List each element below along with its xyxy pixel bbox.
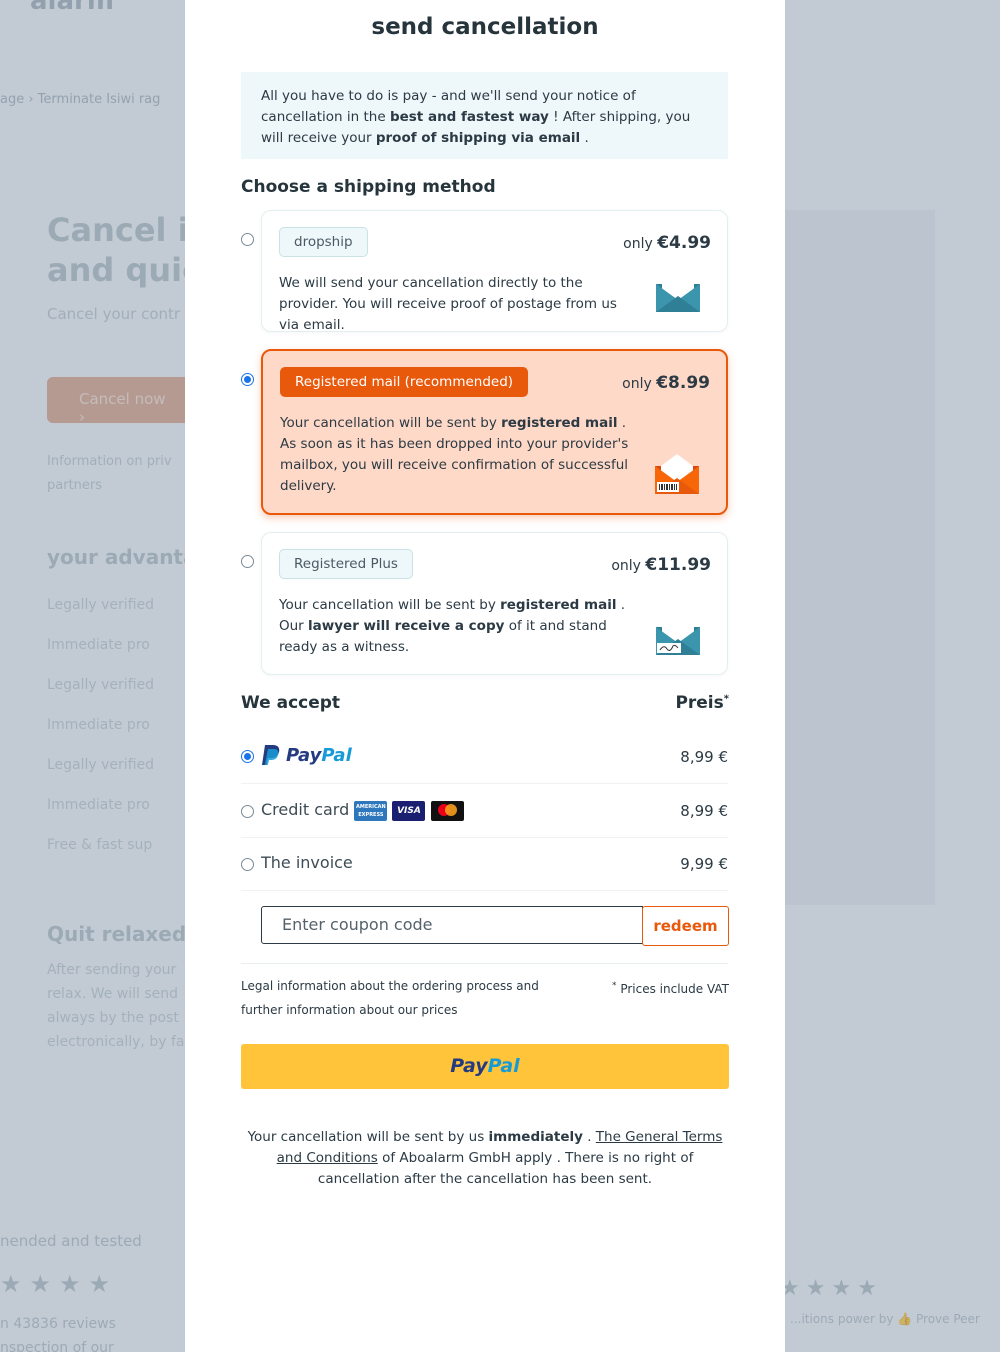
paypal-p-icon xyxy=(262,745,280,765)
coupon-input[interactable]: Enter coupon code xyxy=(261,906,643,944)
price-heading-star: * xyxy=(723,693,729,705)
payment-label: The invoice xyxy=(261,853,353,872)
desc-text: Your cancellation will be sent by xyxy=(279,597,501,613)
paypal-word-a: Pay xyxy=(286,744,322,766)
shipping-option-registered[interactable]: Registered mail (recommended) only €8.99… xyxy=(261,349,728,515)
option-description: We will send your cancellation directly … xyxy=(279,275,617,333)
info-text: . xyxy=(580,130,589,146)
payment-amount: 9,99 € xyxy=(680,855,728,873)
paypal-checkout-button[interactable]: PayPal xyxy=(241,1044,729,1089)
mastercard-icon xyxy=(430,800,464,821)
amex-icon: AMERICAN EXPRESS xyxy=(354,800,388,821)
footer-text: . xyxy=(582,1129,596,1145)
payment-radio-paypal[interactable] xyxy=(241,750,254,763)
cancellation-modal: send cancellation All you have to do is … xyxy=(185,0,785,1352)
legal-info-link[interactable]: Legal information about the ordering pro… xyxy=(241,974,561,1022)
option-price: only €4.99 xyxy=(623,233,711,253)
price-value: €8.99 xyxy=(656,373,710,393)
paypal-wordmark: PayPal xyxy=(286,745,352,766)
price-prefix: only xyxy=(622,376,652,392)
info-bold: proof of shipping via email xyxy=(375,130,581,146)
payment-row-credit-card[interactable]: Credit card AMERICAN EXPRESS VISA 8,99 € xyxy=(241,786,728,838)
payment-amount: 8,99 € xyxy=(680,748,728,766)
shipping-radio-registered[interactable] xyxy=(241,373,254,386)
payment-row-invoice[interactable]: The invoice 9,99 € xyxy=(241,839,728,891)
modal-title: send cancellation xyxy=(371,14,599,40)
desc-bold: lawyer will receive a copy xyxy=(308,618,505,634)
registered-envelope-icon xyxy=(655,454,699,494)
price-value: €11.99 xyxy=(645,555,711,575)
payment-radio-invoice[interactable] xyxy=(241,858,254,871)
envelope-icon xyxy=(656,272,700,312)
shipping-radio-dropship[interactable] xyxy=(241,233,254,246)
footer-bold: immediately xyxy=(488,1129,583,1145)
desc-text: Your cancellation will be sent by xyxy=(280,415,502,431)
option-description: Your cancellation will be sent by regist… xyxy=(279,595,641,658)
footer-terms: Your cancellation will be sent by us imm… xyxy=(241,1127,729,1190)
redeem-button[interactable]: redeem xyxy=(642,906,729,946)
payment-row-paypal[interactable]: PayPal 8,99 € xyxy=(241,732,728,784)
info-bold: best and fastest way xyxy=(389,109,549,125)
price-heading-text: Preis xyxy=(675,693,724,713)
price-value: €4.99 xyxy=(657,233,711,253)
price-prefix: only xyxy=(623,236,653,252)
option-label: Registered Plus xyxy=(279,549,413,579)
accept-heading: We accept xyxy=(241,693,341,713)
paypal-button-a: Pay xyxy=(450,1055,488,1077)
vat-text: Prices include VAT xyxy=(616,982,729,996)
desc-bold: registered mail xyxy=(501,415,618,431)
payment-radio-credit-card[interactable] xyxy=(241,805,254,818)
paypal-logo: PayPal xyxy=(261,744,352,766)
option-label: dropship xyxy=(279,227,368,257)
desc-bold: registered mail xyxy=(500,597,617,613)
credit-card-label: Credit card xyxy=(261,800,350,819)
visa-icon: VISA xyxy=(392,800,426,821)
info-box: All you have to do is pay - and we'll se… xyxy=(241,72,728,159)
shipping-option-dropship[interactable]: dropship only €4.99 We will send your ca… xyxy=(261,210,728,333)
shipping-radio-registered-plus[interactable] xyxy=(241,555,254,568)
vat-note: * Prices include VAT xyxy=(612,974,729,1001)
option-label: Registered mail (recommended) xyxy=(280,367,529,397)
divider xyxy=(241,963,728,964)
payment-amount: 8,99 € xyxy=(680,802,728,820)
option-description: Your cancellation will be sent by regist… xyxy=(280,413,642,497)
paypal-button-b: Pal xyxy=(487,1055,520,1077)
price-prefix: only xyxy=(611,558,641,574)
option-price: only €8.99 xyxy=(622,373,710,393)
price-heading: Preis* xyxy=(675,693,729,713)
witness-envelope-icon xyxy=(656,615,700,655)
paypal-word-b: Pal xyxy=(321,744,352,766)
option-price: only €11.99 xyxy=(611,555,711,575)
shipping-option-registered-plus[interactable]: Registered Plus only €11.99 Your cancell… xyxy=(261,532,728,675)
payment-label: Credit card AMERICAN EXPRESS VISA xyxy=(261,800,464,821)
shipping-heading: Choose a shipping method xyxy=(241,177,496,197)
footer-text: Your cancellation will be sent by us xyxy=(247,1129,489,1145)
